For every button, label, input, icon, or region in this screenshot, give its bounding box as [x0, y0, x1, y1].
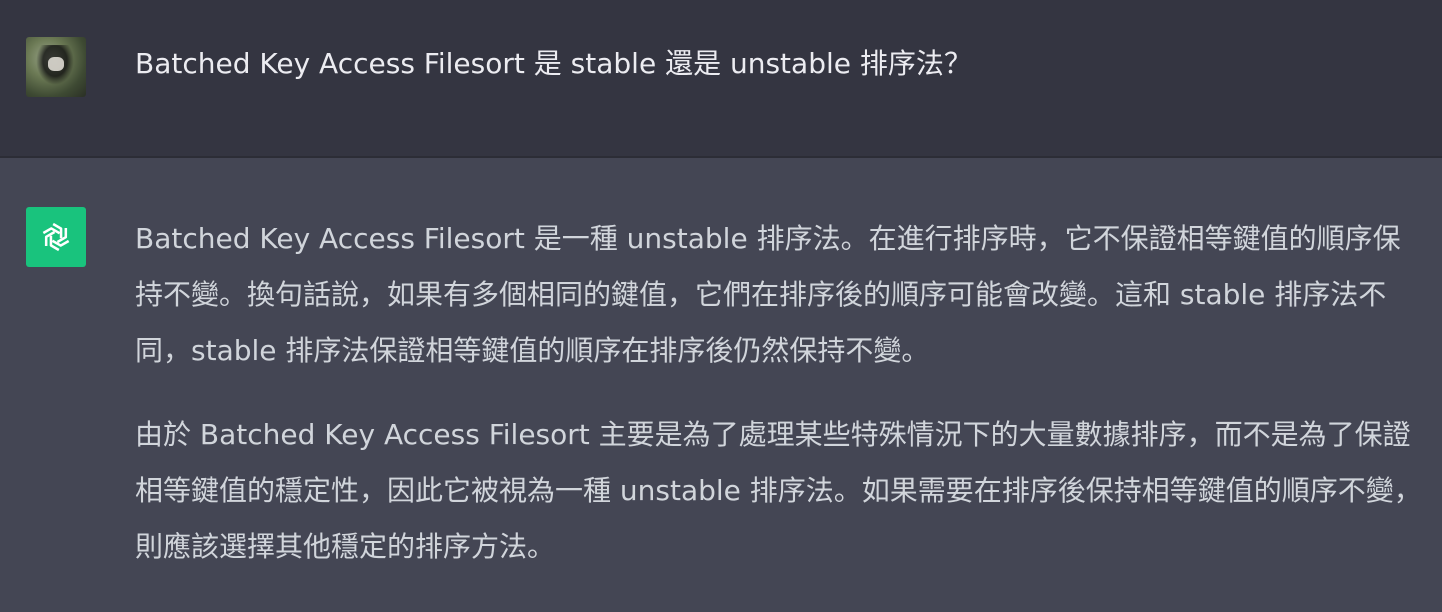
assistant-paragraph: Batched Key Access Filesort 是一種 unstable…: [135, 222, 1401, 367]
assistant-paragraph: 由於 Batched Key Access Filesort 主要是為了處理某些…: [135, 418, 1422, 563]
assistant-avatar: [26, 207, 86, 267]
assistant-message: Batched Key Access Filesort 是一種 unstable…: [135, 211, 1425, 603]
user-message-row: Batched Key Access Filesort 是 stable 還是 …: [0, 0, 1442, 158]
user-message-text: Batched Key Access Filesort 是 stable 還是 …: [135, 47, 972, 80]
openai-logo-icon: [42, 222, 70, 252]
user-avatar: [26, 37, 86, 97]
